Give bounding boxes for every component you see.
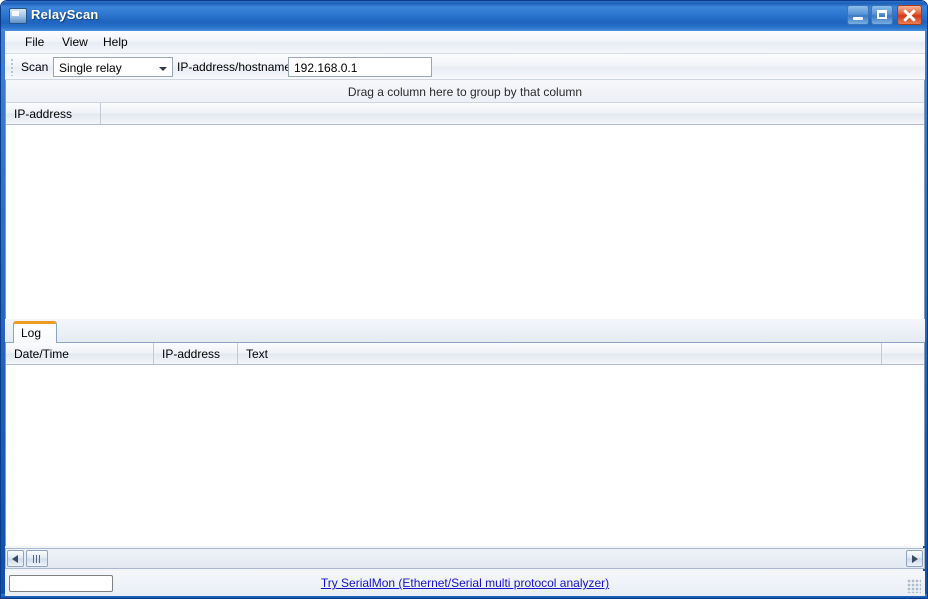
tab-log[interactable]: Log <box>13 321 57 343</box>
column-header-ip-address[interactable]: IP-address <box>6 103 101 124</box>
arrow-right-icon <box>912 555 918 563</box>
scroll-left-button[interactable] <box>7 550 24 567</box>
scan-label: Scan <box>21 60 49 74</box>
window-title: RelayScan <box>31 7 99 22</box>
ip-address-value: 192.168.0.1 <box>294 61 358 75</box>
close-button[interactable] <box>897 5 922 25</box>
column-header-log-ip-address[interactable]: IP-address <box>154 343 238 364</box>
column-header-date-time[interactable]: Date/Time <box>6 343 154 364</box>
menu-item-view[interactable]: View <box>56 35 94 51</box>
minimize-button[interactable] <box>847 5 869 25</box>
scroll-right-button[interactable] <box>906 550 923 567</box>
chevron-down-icon <box>159 67 167 71</box>
group-by-hint: Drag a column here to group by that colu… <box>347 85 583 99</box>
serialmon-link[interactable]: Try SerialMon (Ethernet/Serial multi pro… <box>5 576 925 590</box>
status-bar: Try SerialMon (Ethernet/Serial multi pro… <box>5 571 925 596</box>
column-header-filler <box>101 103 926 124</box>
ip-address-input[interactable]: 192.168.0.1 <box>288 57 432 77</box>
column-header-text[interactable]: Text <box>238 343 882 364</box>
column-header-log-filler <box>882 343 924 364</box>
app-icon <box>9 8 27 24</box>
log-grid-body[interactable] <box>6 365 924 546</box>
results-grid: Drag a column here to group by that colu… <box>5 80 925 319</box>
group-by-panel[interactable]: Drag a column here to group by that colu… <box>6 80 924 103</box>
tab-log-label: Log <box>21 326 42 340</box>
toolbar-grip-icon[interactable] <box>10 58 14 76</box>
resize-grip-icon[interactable] <box>907 579 921 593</box>
menu-bar: File View Help <box>5 31 925 54</box>
menu-item-help[interactable]: Help <box>97 35 134 51</box>
toolbar: Scan Single relay IP-address/hostname: 1… <box>5 54 925 80</box>
menu-item-file[interactable]: File <box>19 35 50 51</box>
application-window: RelayScan File View Help Scan Single rel… <box>0 0 928 599</box>
log-grid: Date/Time IP-address Text <box>5 343 925 546</box>
log-grid-header: Date/Time IP-address Text <box>6 343 924 365</box>
scan-mode-value: Single relay <box>59 61 122 75</box>
results-grid-header: IP-address <box>6 103 924 125</box>
scan-mode-dropdown[interactable]: Single relay <box>53 57 173 77</box>
title-bar[interactable]: RelayScan <box>1 1 927 31</box>
tab-strip: Log <box>5 319 925 343</box>
arrow-left-icon <box>12 555 18 563</box>
ip-address-label: IP-address/hostname: <box>177 60 295 74</box>
maximize-button[interactable] <box>871 5 893 25</box>
scrollbar-thumb[interactable] <box>26 550 48 567</box>
results-grid-body[interactable] <box>6 125 924 319</box>
horizontal-scrollbar[interactable] <box>5 548 925 569</box>
